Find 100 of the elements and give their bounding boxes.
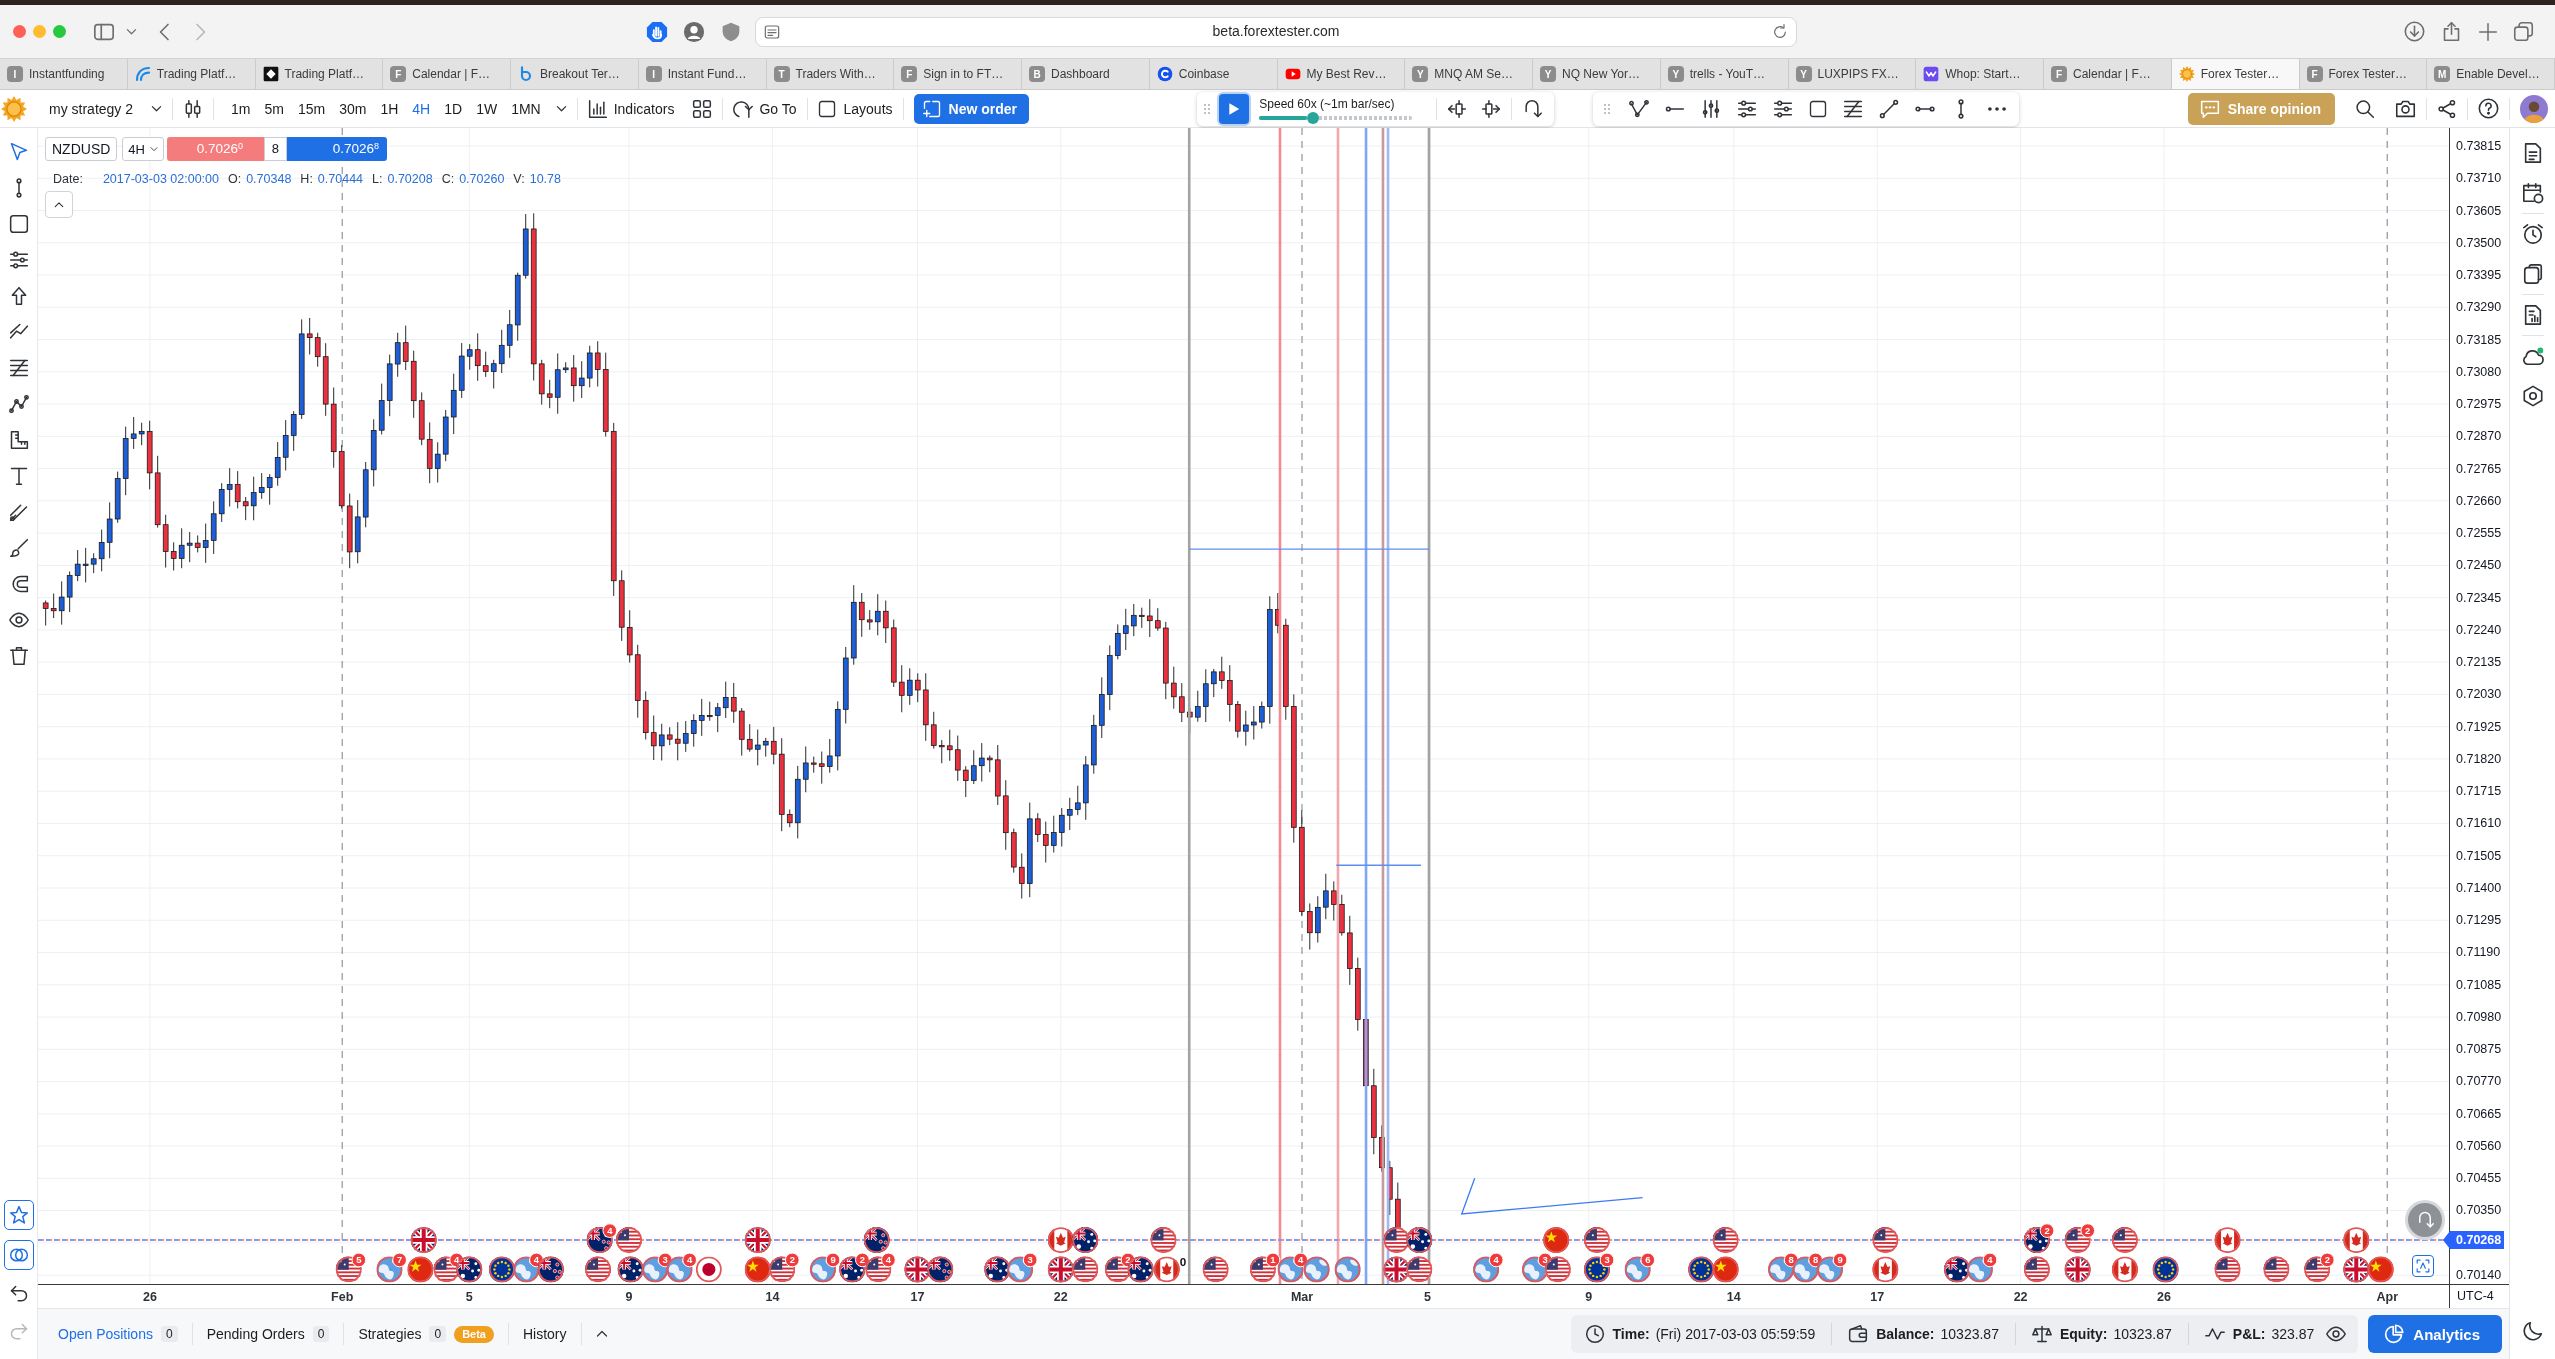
download-icon[interactable] — [2404, 21, 2425, 42]
australia-flag-icon[interactable] — [1944, 1256, 1971, 1283]
reader-icon[interactable] — [764, 23, 780, 40]
undo-icon[interactable] — [8, 1284, 29, 1304]
sliders-icon[interactable] — [1773, 98, 1794, 119]
timeframe-button[interactable]: 1D — [437, 93, 470, 124]
australia-flag-icon[interactable] — [1127, 1256, 1154, 1283]
shield-icon[interactable] — [721, 21, 741, 42]
us-flag-icon[interactable] — [2023, 1256, 2050, 1283]
step-back-icon[interactable] — [1447, 98, 1468, 119]
browser-tab[interactable]: B Dashboard — [1022, 59, 1150, 89]
browser-tab[interactable]: I Instantfunding — [0, 59, 128, 89]
jump-to-realtime-button[interactable] — [2408, 1203, 2442, 1237]
globe-icon[interactable] — [1303, 1256, 1330, 1283]
profile-circle-icon[interactable] — [683, 20, 705, 43]
us-flag-icon[interactable] — [1712, 1227, 1739, 1254]
timeframe-button[interactable]: 15m — [290, 93, 333, 124]
bottom-tab[interactable]: Pending Orders 0 — [206, 1319, 330, 1349]
favorites-button[interactable] — [3, 1200, 34, 1230]
uk-flag-icon[interactable] — [904, 1256, 931, 1283]
sun-logo-icon[interactable] — [1, 95, 27, 122]
browser-tab[interactable]: Y LUXPIPS FX… — [1788, 59, 1917, 89]
cloud-icon[interactable] — [2521, 345, 2544, 367]
uk-flag-icon[interactable] — [1047, 1256, 1074, 1283]
browser-tab[interactable]: My Best Rev… — [1277, 59, 1406, 89]
copy-icon[interactable] — [2521, 263, 2544, 285]
zigzag-nodes-icon[interactable] — [8, 394, 29, 414]
trash-icon[interactable] — [8, 646, 29, 666]
strategy-dropdown[interactable]: my strategy 2 — [49, 93, 163, 124]
timeframe-button[interactable]: 4H — [405, 93, 438, 124]
uk-flag-icon[interactable] — [410, 1227, 437, 1254]
us-flag-icon[interactable] — [1150, 1227, 1177, 1254]
bottom-tab[interactable]: Strategies 0 Beta — [358, 1319, 494, 1349]
sync-button[interactable] — [3, 1240, 34, 1270]
browser-tab[interactable]: Y MNQ AM Se… — [1405, 59, 1533, 89]
china-flag-icon[interactable] — [1712, 1256, 1739, 1283]
us-flag-icon[interactable] — [2111, 1227, 2138, 1254]
alarm-clock-icon[interactable] — [2521, 223, 2544, 245]
levels-icon[interactable] — [8, 358, 29, 378]
analytics-button[interactable]: Analytics — [2368, 1315, 2502, 1353]
slider-thumb[interactable] — [1306, 111, 1319, 124]
reload-icon[interactable] — [1772, 23, 1788, 40]
eye-icon[interactable] — [2326, 1324, 2347, 1344]
china-flag-icon[interactable] — [407, 1256, 434, 1283]
canada-flag-icon[interactable] — [1153, 1256, 1180, 1283]
cursor-arrow-icon[interactable] — [8, 142, 29, 162]
japan-flag-icon[interactable] — [695, 1256, 722, 1283]
moon-icon[interactable] — [2521, 1320, 2544, 1342]
china-flag-icon[interactable] — [2367, 1256, 2394, 1283]
play-button[interactable] — [1219, 93, 1250, 124]
close-window-button[interactable] — [13, 25, 26, 38]
vertical-line[interactable] — [1364, 128, 1368, 1284]
bottom-tab[interactable]: History — [522, 1319, 567, 1349]
globe-icon[interactable] — [1334, 1256, 1361, 1283]
tabs-overview-icon[interactable] — [2513, 21, 2534, 42]
search-icon[interactable] — [2355, 98, 2375, 119]
brush-icon[interactable] — [8, 538, 29, 558]
browser-tab[interactable]: T Traders With… — [766, 59, 895, 89]
us-flag-icon[interactable] — [1406, 1256, 1433, 1283]
trend-line-icon[interactable] — [1879, 98, 1900, 119]
browser-tab[interactable]: Trading Platf… — [127, 59, 256, 89]
help-icon[interactable] — [2478, 98, 2499, 119]
australia-flag-icon[interactable] — [1406, 1227, 1433, 1254]
timeframe-button[interactable]: 30m — [332, 93, 374, 124]
us-flag-icon[interactable] — [1544, 1256, 1571, 1283]
browser-tab[interactable]: Forex Tester… — [2171, 59, 2300, 89]
browser-tab[interactable]: Breakout Ter… — [511, 59, 639, 89]
new-zealand-flag-icon[interactable] — [927, 1256, 954, 1283]
horizontal-line[interactable] — [1335, 864, 1422, 866]
australia-flag-icon[interactable] — [1072, 1227, 1099, 1254]
text-tool-icon[interactable] — [8, 466, 29, 486]
canada-flag-icon[interactable] — [1047, 1227, 1074, 1254]
browser-tab[interactable]: Trading Platf… — [255, 59, 384, 89]
timeframe-button[interactable]: 1H — [373, 93, 406, 124]
share-icon[interactable] — [2437, 98, 2457, 119]
browser-tab[interactable]: Y trells - YouT… — [1660, 59, 1789, 89]
ruler-icon[interactable] — [8, 430, 29, 450]
timeframe-dropdown[interactable]: 4H — [122, 137, 164, 161]
levels-icon[interactable] — [1843, 98, 1864, 119]
browser-tab[interactable]: F Forex Tester… — [2299, 59, 2428, 89]
australia-flag-icon[interactable] — [984, 1256, 1011, 1283]
eye-icon[interactable] — [8, 610, 29, 630]
timeframe-button[interactable]: 1m — [224, 93, 258, 124]
symbol-button[interactable]: NZDUSD — [45, 137, 118, 161]
buy-price-button[interactable]: 0.7026$^{8}$ — [286, 137, 387, 161]
us-flag-icon[interactable] — [1583, 1227, 1610, 1254]
uk-flag-icon[interactable] — [2343, 1256, 2370, 1283]
uk-flag-icon[interactable] — [2064, 1256, 2091, 1283]
hexagon-icon[interactable] — [2521, 385, 2544, 407]
us-flag-icon[interactable] — [1202, 1256, 1229, 1283]
uk-flag-icon[interactable] — [744, 1227, 771, 1254]
layouts-button[interactable]: Layouts — [817, 93, 893, 124]
australia-flag-icon[interactable] — [617, 1256, 644, 1283]
u-turn-arrow-icon[interactable] — [1522, 98, 1543, 119]
timeframe-button[interactable]: 5m — [257, 93, 291, 124]
browser-tab[interactable]: Coinbase — [1149, 59, 1278, 89]
canada-flag-icon[interactable] — [2111, 1256, 2138, 1283]
us-flag-icon[interactable] — [1872, 1227, 1899, 1254]
us-flag-icon[interactable] — [2214, 1256, 2241, 1283]
canada-flag-icon[interactable] — [2214, 1227, 2241, 1254]
